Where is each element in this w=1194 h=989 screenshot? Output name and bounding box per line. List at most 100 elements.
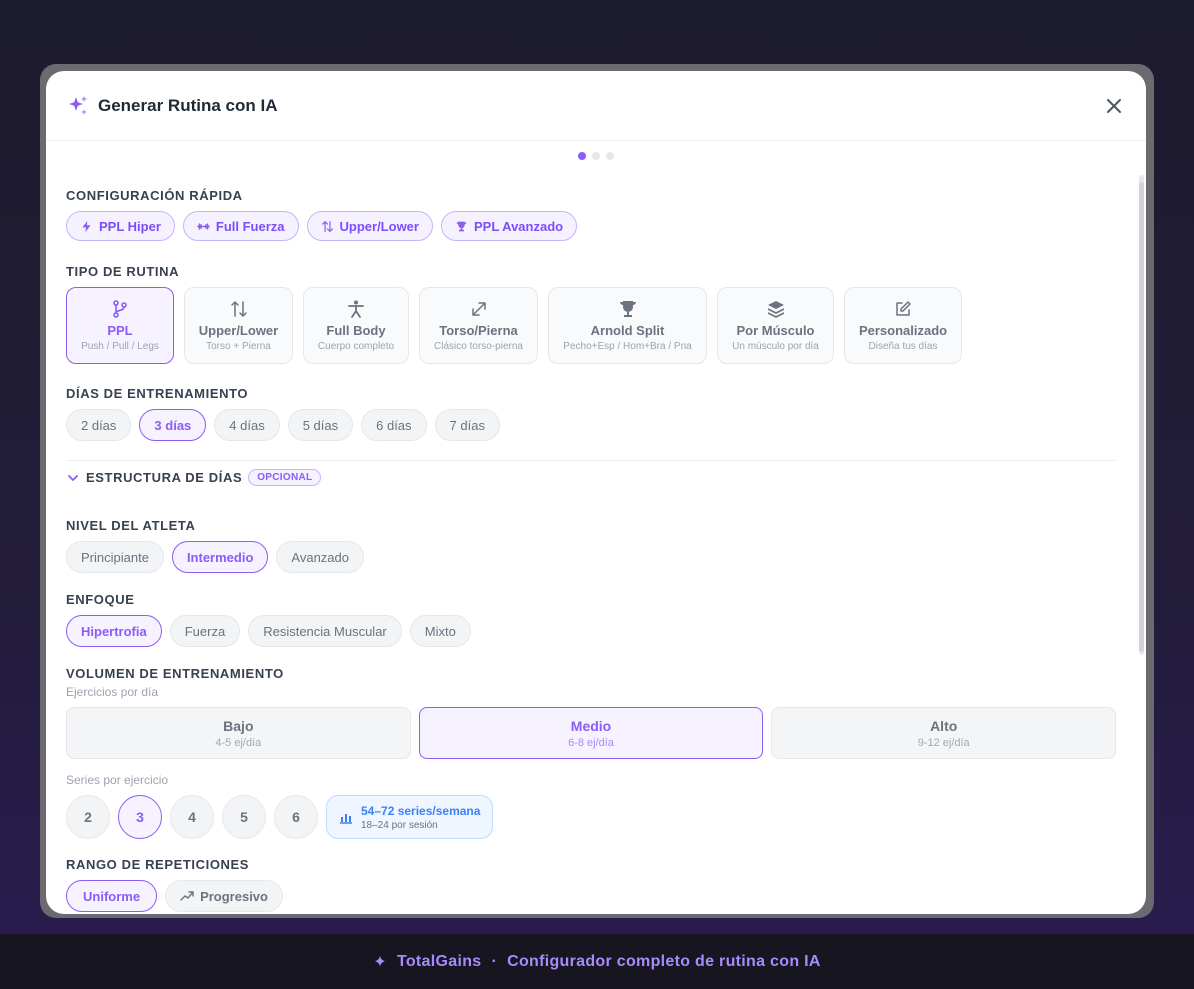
days-option-7[interactable]: 7 días xyxy=(434,409,500,441)
routine-type-title: Torso/Pierna xyxy=(439,323,518,338)
quick-config-label: CONFIGURACIÓN RÁPIDA xyxy=(66,188,243,203)
series-summary-main: 54–72 series/semana xyxy=(361,803,481,818)
trending-up-icon xyxy=(180,891,194,901)
athlete-level-label: NIVEL DEL ATLETA xyxy=(66,518,196,533)
routine-type-arnold-split[interactable]: Arnold Split Pecho+Esp / Hom+Bra / Pna xyxy=(548,287,707,364)
volume-option-desc: 9-12 ej/día xyxy=(917,736,970,749)
days-option-3[interactable]: 3 días xyxy=(139,409,207,441)
routine-type-desc: Pecho+Esp / Hom+Bra / Pna xyxy=(563,341,692,352)
days-option-6[interactable]: 6 días xyxy=(361,409,427,441)
volume-option-title: Bajo xyxy=(223,717,254,734)
footer-banner: ✦ TotalGains · Configurador completo de … xyxy=(0,934,1194,989)
quick-chip-ppl-avanzado[interactable]: PPL Avanzado xyxy=(440,211,578,241)
series-label: Series por ejercicio xyxy=(66,773,169,787)
volume-option-title: Alto xyxy=(930,717,958,734)
days-option-2[interactable]: 2 días xyxy=(66,409,132,441)
edit-icon xyxy=(896,301,911,316)
step-dot-1[interactable] xyxy=(578,152,586,160)
close-icon xyxy=(1107,98,1121,113)
quick-chip-upper-lower[interactable]: Upper/Lower xyxy=(306,211,433,241)
series-option-2[interactable]: 2 xyxy=(66,795,110,839)
series-options: 2 3 4 5 6 54–72 series/semana 18–24 por … xyxy=(66,795,494,839)
level-option-avanzado[interactable]: Avanzado xyxy=(276,541,364,573)
day-structure-label: ESTRUCTURA DE DÍAS xyxy=(86,470,243,485)
rep-range-label: RANGO DE REPETICIONES xyxy=(66,857,250,872)
routine-type-desc: Push / Pull / Legs xyxy=(81,341,159,352)
quick-config-chips: PPL Hiper Full Fuerza Upper/Lower PPL Av… xyxy=(66,211,578,241)
series-option-4[interactable]: 4 xyxy=(170,795,214,839)
series-option-6[interactable]: 6 xyxy=(274,795,318,839)
training-days-options: 2 días 3 días 4 días 5 días 6 días 7 día… xyxy=(66,409,500,441)
days-option-4[interactable]: 4 días xyxy=(214,409,280,441)
layers-icon xyxy=(767,301,784,318)
series-option-5[interactable]: 5 xyxy=(222,795,266,839)
quick-chip-ppl-hiper[interactable]: PPL Hiper xyxy=(66,211,175,241)
routine-type-upper-lower[interactable]: Upper/Lower Torso + Pierna xyxy=(184,287,293,364)
trophy-icon xyxy=(456,221,467,231)
footer-tagline: Configurador completo de rutina con IA xyxy=(507,952,821,970)
rep-range-label-text: Progresivo xyxy=(200,888,268,904)
rep-range-progresivo[interactable]: Progresivo xyxy=(165,880,283,912)
volume-sublabel: Ejercicios por día xyxy=(66,685,159,699)
step-dot-2[interactable] xyxy=(592,152,600,160)
volume-option-medio[interactable]: Medio 6-8 ej/día xyxy=(418,707,764,759)
series-summary: 54–72 series/semana 18–24 por sesión xyxy=(326,795,494,839)
routine-type-title: Por Músculo xyxy=(736,323,815,338)
volume-options: Bajo 4-5 ej/día Medio 6-8 ej/día Alto 9-… xyxy=(66,707,1117,759)
days-option-5[interactable]: 5 días xyxy=(287,409,354,441)
focus-label: ENFOQUE xyxy=(66,592,135,607)
focus-option-fuerza[interactable]: Fuerza xyxy=(169,615,241,647)
rep-range-uniforme[interactable]: Uniforme xyxy=(66,880,158,912)
day-structure-toggle[interactable]: ESTRUCTURA DE DÍAS OPCIONAL xyxy=(66,469,322,486)
modal-title: Generar Rutina con IA xyxy=(98,95,278,115)
routine-type-title: PPL xyxy=(107,323,133,338)
focus-option-mixto[interactable]: Mixto xyxy=(409,615,471,647)
routine-type-personalizado[interactable]: Personalizado Diseña tus días xyxy=(844,287,962,364)
bolt-icon xyxy=(82,220,91,232)
volume-option-desc: 4-5 ej/día xyxy=(215,736,262,749)
optional-badge: OPCIONAL xyxy=(248,469,322,486)
volume-option-desc: 6-8 ej/día xyxy=(568,736,614,749)
quick-chip-label: Full Fuerza xyxy=(215,218,285,234)
routine-type-title: Full Body xyxy=(326,323,386,338)
focus-option-resistencia[interactable]: Resistencia Muscular xyxy=(248,615,402,647)
routine-type-title: Upper/Lower xyxy=(198,323,279,338)
person-icon xyxy=(348,300,364,318)
routine-type-label: TIPO DE RUTINA xyxy=(66,264,180,279)
routine-type-full-body[interactable]: Full Body Cuerpo completo xyxy=(303,287,409,364)
volume-option-title: Medio xyxy=(570,717,612,734)
rep-range-options: Uniforme Progresivo xyxy=(66,880,283,912)
rep-range-label-text: Uniforme xyxy=(83,888,141,904)
volume-label: VOLUMEN DE ENTRENAMIENTO xyxy=(66,666,284,681)
sparkles-icon xyxy=(69,95,87,115)
quick-chip-label: Upper/Lower xyxy=(339,218,419,234)
scrollbar-thumb[interactable] xyxy=(1139,182,1144,652)
expand-icon xyxy=(471,302,486,316)
routine-type-desc: Clásico torso-pierna xyxy=(434,341,523,352)
focus-option-hipertrofia[interactable]: Hipertrofia xyxy=(66,615,162,647)
footer-separator: · xyxy=(491,952,498,970)
arrows-updown-icon xyxy=(321,220,333,232)
dumbbell-icon xyxy=(196,222,210,230)
level-option-intermedio[interactable]: Intermedio xyxy=(171,541,269,573)
routine-type-ppl[interactable]: PPL Push / Pull / Legs xyxy=(66,287,174,364)
routine-type-torso-pierna[interactable]: Torso/Pierna Clásico torso-pierna xyxy=(419,287,538,364)
close-button[interactable] xyxy=(1100,92,1128,120)
level-option-principiante[interactable]: Principiante xyxy=(66,541,164,573)
volume-option-bajo[interactable]: Bajo 4-5 ej/día xyxy=(66,707,411,759)
bar-chart-icon xyxy=(340,814,352,824)
quick-chip-full-fuerza[interactable]: Full Fuerza xyxy=(182,211,299,241)
routine-type-desc: Diseña tus días xyxy=(868,341,938,352)
quick-chip-label: PPL Hiper xyxy=(99,218,161,234)
routine-type-options: PPL Push / Pull / Legs Upper/Lower Torso… xyxy=(66,287,962,364)
routine-type-por-musculo[interactable]: Por Músculo Un músculo por día xyxy=(717,287,834,364)
series-option-3[interactable]: 3 xyxy=(118,795,162,839)
series-summary-sub: 18–24 por sesión xyxy=(361,819,438,831)
focus-options: Hipertrofia Fuerza Resistencia Muscular … xyxy=(66,615,471,647)
routine-type-title: Personalizado xyxy=(858,323,948,338)
routine-type-title: Arnold Split xyxy=(590,323,665,338)
step-dot-3[interactable] xyxy=(606,152,614,160)
volume-option-alto[interactable]: Alto 9-12 ej/día xyxy=(771,707,1117,759)
routine-type-desc: Un músculo por día xyxy=(732,341,819,352)
training-days-label: DÍAS DE ENTRENAMIENTO xyxy=(66,386,249,401)
